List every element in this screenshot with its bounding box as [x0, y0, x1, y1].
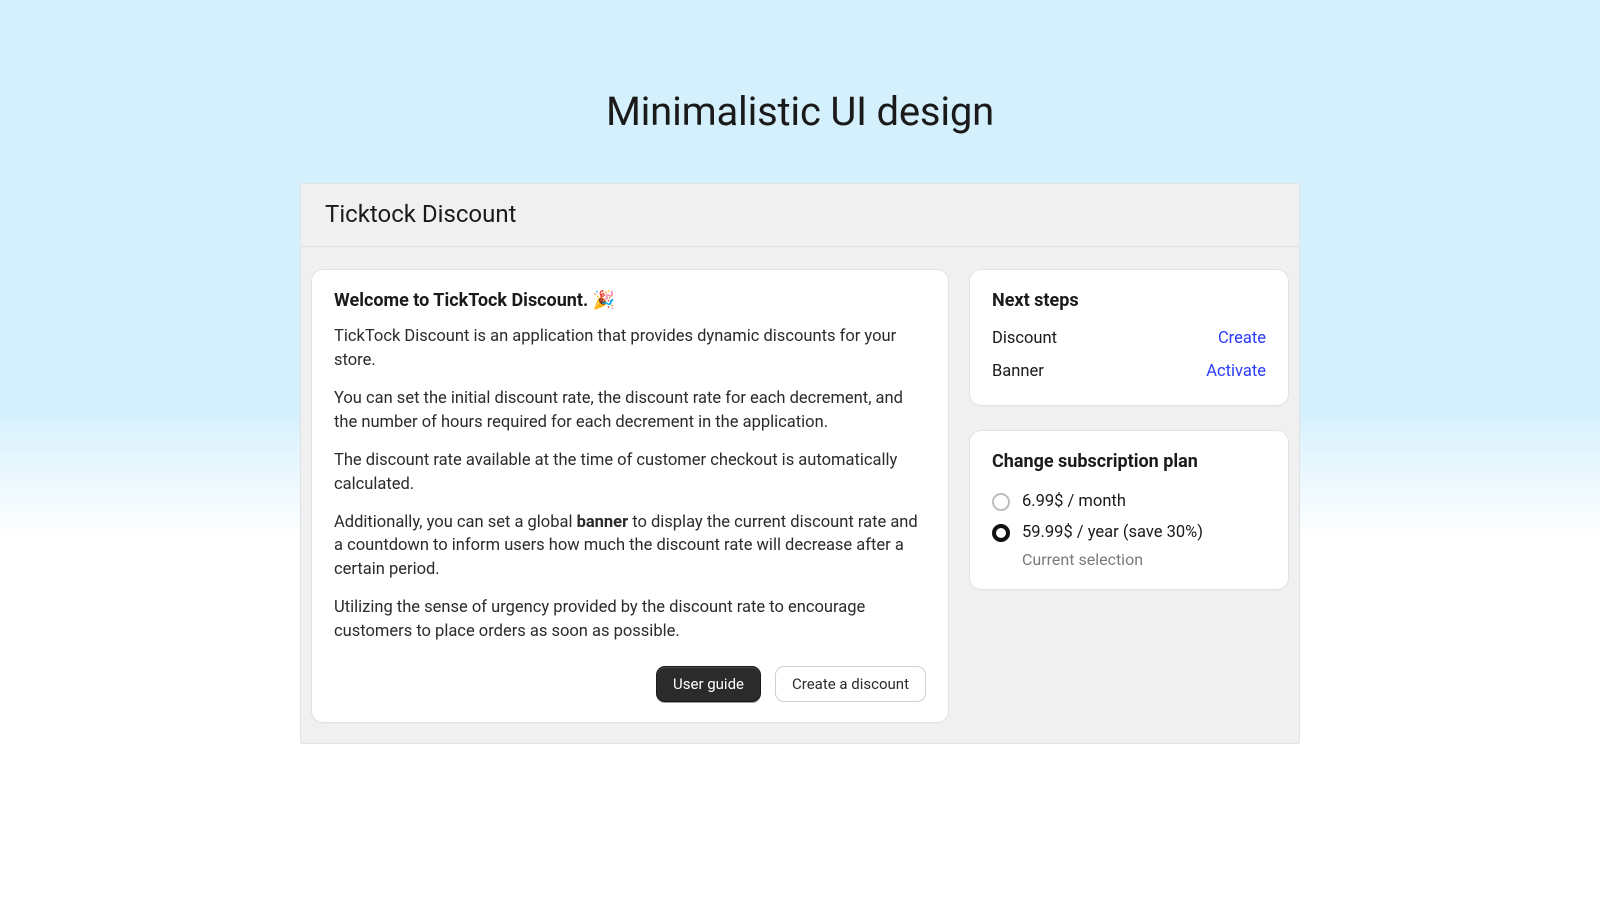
party-popper-icon: 🎉 — [593, 290, 615, 311]
plan-monthly-option[interactable]: 6.99$ / month — [992, 486, 1266, 517]
panel-title: Ticktock Discount — [325, 200, 1275, 228]
plan-yearly-label: 59.99$ / year (save 30%) — [1022, 523, 1203, 542]
welcome-actions: User guide Create a discount — [334, 666, 926, 702]
next-steps-card: Next steps Discount Create Banner Activa… — [969, 269, 1289, 406]
plan-yearly-option[interactable]: 59.99$ / year (save 30%) — [992, 517, 1266, 548]
app-panel: Ticktock Discount Welcome to TickTock Di… — [300, 183, 1300, 744]
subscription-title: Change subscription plan — [992, 451, 1266, 472]
welcome-p4-bold: banner — [577, 513, 629, 532]
create-discount-button[interactable]: Create a discount — [775, 666, 926, 702]
user-guide-button[interactable]: User guide — [656, 666, 761, 702]
welcome-paragraph: You can set the initial discount rate, t… — [334, 387, 926, 435]
current-selection-hint: Current selection — [1022, 550, 1266, 569]
welcome-title: Welcome to TickTock Discount. 🎉 — [334, 290, 926, 311]
panel-header: Ticktock Discount — [301, 184, 1299, 247]
next-steps-label: Discount — [992, 329, 1057, 348]
next-steps-row: Discount Create — [992, 325, 1266, 352]
page-heading: Minimalistic UI design — [0, 0, 1600, 135]
main-column: Welcome to TickTock Discount. 🎉 TickTock… — [311, 269, 949, 723]
plan-monthly-label: 6.99$ / month — [1022, 492, 1126, 511]
subscription-card: Change subscription plan 6.99$ / month 5… — [969, 430, 1289, 590]
welcome-card: Welcome to TickTock Discount. 🎉 TickTock… — [311, 269, 949, 723]
next-steps-label: Banner — [992, 362, 1044, 381]
activate-link[interactable]: Activate — [1206, 362, 1266, 381]
welcome-paragraph: TickTock Discount is an application that… — [334, 325, 926, 373]
welcome-paragraph: The discount rate available at the time … — [334, 449, 926, 497]
welcome-paragraph: Utilizing the sense of urgency provided … — [334, 596, 926, 644]
create-link[interactable]: Create — [1218, 329, 1266, 348]
next-steps-title: Next steps — [992, 290, 1266, 311]
side-column: Next steps Discount Create Banner Activa… — [969, 269, 1289, 723]
welcome-title-text: Welcome to TickTock Discount. — [334, 290, 588, 311]
panel-body: Welcome to TickTock Discount. 🎉 TickTock… — [301, 247, 1299, 743]
radio-unchecked-icon — [992, 493, 1010, 511]
welcome-paragraph: Additionally, you can set a global banne… — [334, 511, 926, 583]
next-steps-row: Banner Activate — [992, 358, 1266, 385]
welcome-p4-before: Additionally, you can set a global — [334, 513, 577, 532]
radio-checked-icon — [992, 524, 1010, 542]
